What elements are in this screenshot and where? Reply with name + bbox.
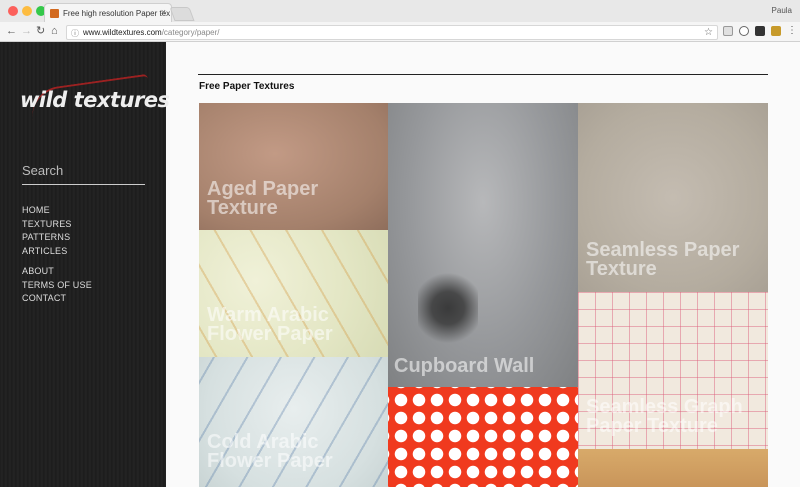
tab-title: Free high resolution Paper tex — [63, 9, 171, 18]
k-extension-icon[interactable] — [771, 26, 781, 36]
url-path: /category/paper/ — [161, 28, 220, 37]
favicon-icon — [50, 9, 59, 18]
info-extension-icon[interactable] — [739, 26, 749, 36]
bookmark-star-icon[interactable]: ☆ — [704, 26, 713, 39]
address-bar[interactable]: ⓘ www.wildtextures.com/category/paper/ ☆ — [66, 25, 718, 40]
forward-arrow-icon[interactable]: → — [21, 25, 32, 37]
secondary-nav: ABOUT TERMS OF USE CONTACT — [22, 265, 92, 306]
texture-tile-kraft[interactable] — [578, 449, 768, 487]
tile-title: Cupboard Wall — [394, 355, 535, 377]
tile-title: Seamless Graph Paper Texture — [586, 396, 743, 437]
browser-tab[interactable]: Free high resolution Paper tex × — [44, 3, 172, 22]
primary-nav: HOME TEXTURES PATTERNS ARTICLES — [22, 204, 72, 258]
home-icon[interactable]: ⌂ — [51, 25, 58, 37]
nav-item-articles[interactable]: ARTICLES — [22, 245, 72, 259]
texture-tile-polka-dots[interactable] — [388, 387, 578, 487]
buffer-extension-icon[interactable] — [755, 26, 765, 36]
minimize-window-button[interactable] — [22, 6, 32, 16]
tile-title: Warm Arabic Flower Paper — [207, 304, 333, 345]
texture-tile-cupboard-wall[interactable]: Cupboard Wall — [388, 103, 578, 387]
url-host: www.wildtextures.com — [83, 28, 162, 37]
reload-icon[interactable]: ↻ — [36, 25, 45, 37]
nav-item-patterns[interactable]: PATTERNS — [22, 231, 72, 245]
nav-item-contact[interactable]: CONTACT — [22, 292, 92, 306]
menu-dots-icon[interactable]: ⋮ — [787, 25, 797, 37]
heading-rule — [198, 74, 768, 75]
tile-title: Seamless Paper Texture — [586, 239, 740, 280]
browser-toolbar: ← → ↻ ⌂ ⓘ www.wildtextures.com/category/… — [0, 22, 800, 42]
nav-item-terms[interactable]: TERMS OF USE — [22, 279, 92, 293]
texture-tile-warm-arabic[interactable]: Warm Arabic Flower Paper — [199, 230, 388, 357]
close-window-button[interactable] — [8, 6, 18, 16]
search-input[interactable]: Search — [22, 162, 145, 185]
nav-item-home[interactable]: HOME — [22, 204, 72, 218]
texture-tile-aged-paper[interactable]: Aged Paper Texture — [199, 103, 388, 230]
back-arrow-icon[interactable]: ← — [6, 25, 17, 37]
page-title: Free Paper Textures — [199, 81, 295, 92]
pocket-extension-icon[interactable] — [723, 26, 733, 36]
tab-close-icon[interactable]: × — [161, 7, 166, 17]
texture-tile-graph-paper[interactable]: Seamless Graph Paper Texture — [578, 292, 768, 449]
profile-name[interactable]: Paula — [772, 6, 792, 15]
browser-titlebar: Free high resolution Paper tex × Paula — [0, 0, 800, 22]
texture-tile-seamless-paper[interactable]: Seamless Paper Texture — [578, 103, 768, 292]
tile-title: Cold Arabic Flower Paper — [207, 431, 333, 472]
info-icon[interactable]: ⓘ — [71, 27, 79, 40]
tile-title: Aged Paper Texture — [207, 178, 319, 219]
new-tab-button[interactable] — [169, 7, 195, 21]
nav-item-about[interactable]: ABOUT — [22, 265, 92, 279]
site-logo[interactable]: wild textures — [20, 88, 170, 112]
stain-mark — [418, 263, 478, 353]
texture-tile-cold-arabic[interactable]: Cold Arabic Flower Paper — [199, 357, 388, 487]
nav-item-textures[interactable]: TEXTURES — [22, 218, 72, 232]
